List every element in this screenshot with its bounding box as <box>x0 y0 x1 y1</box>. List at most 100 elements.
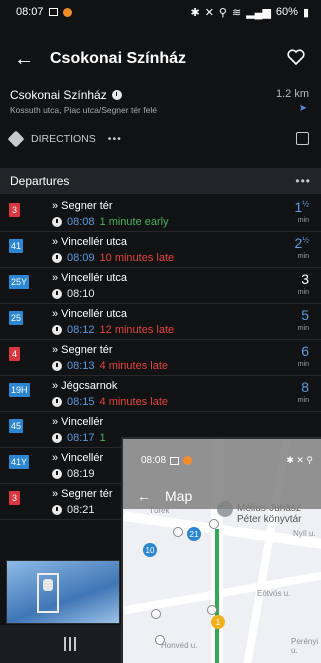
realtime-clock-icon <box>52 505 62 515</box>
departure-row[interactable]: 41 » Vincellér utca 08:09 10 minutes lat… <box>0 232 321 268</box>
stop-streets: Kossuth utca, Piac utca/Segner tér felé <box>10 105 157 115</box>
route-badge: 19H <box>9 383 30 397</box>
eta: 1½ min <box>295 200 309 224</box>
departure-row[interactable]: 19H » Jégcsarnok 08:15 4 minutes late 8 … <box>0 376 321 412</box>
eta-unit: min <box>297 397 309 404</box>
mute-icon: ✕ <box>204 6 214 19</box>
pip-status-bar: 08:08 ✱ ✕ ⚲ <box>141 455 313 466</box>
eta-minutes: 5 <box>301 307 309 323</box>
departure-row[interactable]: 25Y » Vincellér utca 08:10 3 min <box>0 268 321 304</box>
eta-value: 3 <box>301 271 309 287</box>
departure-row[interactable]: 3 » Segner tér 08:08 1 minute early 1½ m… <box>0 196 321 232</box>
destination: » Segner tér <box>52 488 113 500</box>
time-line: 08:13 4 minutes late <box>52 360 168 372</box>
destination: » Vincellér utca <box>52 236 128 248</box>
route-badge: 45 <box>9 419 24 433</box>
departure-time: 08:09 <box>67 252 95 264</box>
eta-minutes: 3 <box>301 271 309 287</box>
eta: 6 min <box>298 344 309 368</box>
map-stop-icon[interactable] <box>207 605 217 615</box>
street-label: Eötvös u. <box>257 589 291 598</box>
time-line: 08:09 10 minutes late <box>52 252 174 264</box>
route-badge: 25 <box>9 311 24 325</box>
stop-info: Csokonai Színház 1.2 km ➤ Kossuth utca, … <box>10 88 309 115</box>
pip-back-arrow-icon[interactable]: ← <box>137 488 151 504</box>
location-icon: ⚲ <box>218 6 227 19</box>
eta-fraction: ½ <box>302 199 309 209</box>
departure-time: 08:13 <box>67 360 95 372</box>
route-badge: 41Y <box>9 455 30 469</box>
video-thumbnail[interactable] <box>6 560 120 624</box>
map-pip-window[interactable]: Mélius-Juhász Péter könyvtár Türek Nyíl … <box>121 437 321 663</box>
directions-icon[interactable] <box>7 130 25 147</box>
directions-button[interactable]: DIRECTIONS <box>31 133 96 145</box>
realtime-clock-icon <box>52 433 62 443</box>
route-badge: 41 <box>9 239 24 253</box>
map-route-badge[interactable]: 1 <box>211 615 225 629</box>
eta-unit: min <box>297 217 309 224</box>
map-stop-icon[interactable] <box>173 527 183 537</box>
route-badge: 3 <box>9 203 20 217</box>
realtime-clock-icon <box>52 361 62 371</box>
departure-time: 08:08 <box>67 216 95 228</box>
stop-actions: DIRECTIONS ••• <box>7 130 309 147</box>
navigation-arrow-icon: ➤ <box>298 103 307 114</box>
gallery-icon <box>170 456 180 465</box>
departure-time: 08:12 <box>67 324 95 336</box>
departure-time: 08:17 <box>67 432 95 444</box>
recent-apps-icon[interactable] <box>64 637 78 651</box>
eta-fraction: ½ <box>302 235 309 245</box>
signal-icon: ▂▄▆ <box>246 6 271 19</box>
time-line: 08:21 <box>52 504 100 516</box>
map-stop-icon[interactable] <box>151 609 161 619</box>
delay-status: 10 minutes late <box>99 252 175 264</box>
timetable-icon[interactable] <box>296 132 309 145</box>
eta: 8 min <box>298 380 309 404</box>
route-badge: 3 <box>9 491 20 505</box>
destination: » Segner tér <box>52 200 113 212</box>
departure-row[interactable]: 4 » Segner tér 08:13 4 minutes late 6 mi… <box>0 340 321 376</box>
stop-distance: 1.2 km <box>275 88 309 100</box>
departures-header: Departures ••• <box>0 168 321 194</box>
gallery-icon <box>48 8 58 16</box>
map-route-badge[interactable]: 10 <box>143 543 157 557</box>
battery-level: 60% <box>275 6 298 18</box>
eta: 3 min <box>298 272 309 296</box>
delay-status: 4 minutes late <box>99 396 169 408</box>
delay-status: 1 <box>99 432 106 444</box>
wifi-icon: ≋ <box>231 6 242 19</box>
street-label: Perényi u. <box>291 637 319 655</box>
time-line: 08:10 <box>52 288 100 300</box>
departure-time: 08:10 <box>67 288 95 300</box>
realtime-clock-icon <box>52 289 62 299</box>
realtime-clock-icon <box>111 90 122 100</box>
eta: 5 min <box>298 308 309 332</box>
departures-more-button[interactable]: ••• <box>295 174 311 188</box>
status-bar: 08:07 ✱ ✕ ⚲ ≋ ▂▄▆ 60% ▮ <box>0 0 321 24</box>
delay-status: 1 minute early <box>99 216 169 228</box>
page-title: Csokonai Színház <box>50 50 187 67</box>
more-actions-button[interactable]: ••• <box>108 133 122 145</box>
route-badge: 25Y <box>9 275 30 289</box>
map-stop-icon[interactable] <box>209 519 219 529</box>
map-route-badge[interactable]: 21 <box>187 527 201 541</box>
realtime-clock-icon <box>52 397 62 407</box>
destination: » Segner tér <box>52 344 113 356</box>
worker-image <box>43 579 53 591</box>
battery-icon: ▮ <box>302 6 309 19</box>
eta-unit: min <box>297 253 309 260</box>
destination: » Vincellér <box>52 452 104 464</box>
favorite-heart-icon[interactable] <box>287 48 305 70</box>
back-arrow-icon[interactable]: ← <box>14 48 38 71</box>
realtime-clock-icon <box>52 469 62 479</box>
departure-time: 08:19 <box>67 468 95 480</box>
eta: 2½ min <box>295 236 309 260</box>
pip-title: Map <box>165 488 193 504</box>
departure-row[interactable]: 25 » Vincellér utca 08:12 12 minutes lat… <box>0 304 321 340</box>
eta-minutes: 6 <box>301 343 309 359</box>
map-stop-icon[interactable] <box>155 635 165 645</box>
street-label: Nyíl u. <box>293 529 316 538</box>
eta-unit: min <box>297 325 309 332</box>
eta-value: 8 <box>301 379 309 395</box>
destination: » Vincellér utca <box>52 272 128 284</box>
